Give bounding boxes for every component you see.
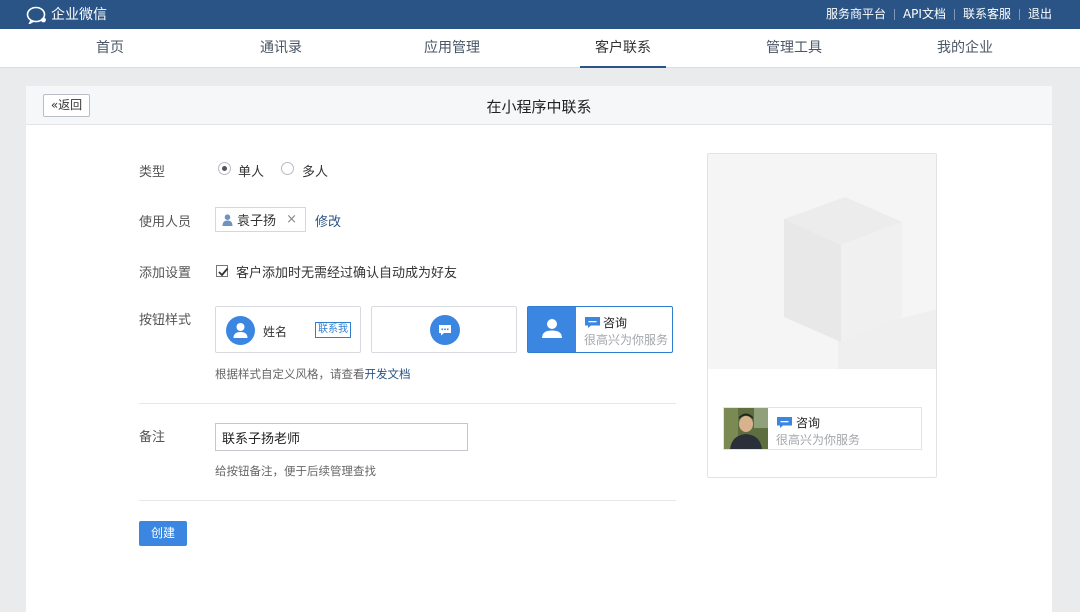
service-provider-link[interactable]: 服务商平台 <box>826 7 886 21</box>
nav-item-apps[interactable]: 应用管理 <box>409 29 495 68</box>
edit-users-link[interactable]: 修改 <box>315 211 341 230</box>
avatar-placeholder <box>528 307 576 352</box>
main-panel: «返回 在小程序中联系 类型 单人 多人 使用人员 袁子扬 × 修改 添加设置 … <box>26 86 1052 612</box>
page-title: 在小程序中联系 <box>486 98 592 116</box>
auto-friend-checkbox[interactable] <box>216 265 229 277</box>
style-option-3[interactable]: 咨询 很高兴为你服务 <box>527 306 673 353</box>
customer-service-link[interactable]: 联系客服 <box>963 7 1011 21</box>
chat-icon <box>585 317 600 328</box>
user-icon <box>542 319 562 338</box>
preview-title: 咨询 <box>796 416 821 430</box>
divider <box>893 8 895 20</box>
top-links: 服务商平台 API文档 联系客服 退出 <box>826 7 1052 21</box>
user-icon <box>222 213 233 226</box>
api-docs-link[interactable]: API文档 <box>903 7 946 21</box>
avatar-placeholder <box>226 316 255 345</box>
type-label: 类型 <box>139 165 166 180</box>
radio-multi-label: 多人 <box>302 165 329 180</box>
avatar <box>724 408 768 449</box>
cube-placeholder-icon <box>784 197 936 369</box>
preview-contact-card: 咨询 很高兴为你服务 <box>723 407 922 450</box>
divider <box>1018 8 1020 20</box>
divider <box>139 403 676 404</box>
style-option-1[interactable]: 姓名 联系我 <box>215 306 361 353</box>
style1-name: 姓名 <box>263 325 288 339</box>
chat-circle <box>430 315 460 345</box>
nav-item-home[interactable]: 首页 <box>81 29 139 68</box>
main-nav: 首页 通讯录 应用管理 客户联系 管理工具 我的企业 <box>0 29 1080 68</box>
panel-header: «返回 在小程序中联系 <box>26 86 1052 125</box>
nav-item-tools[interactable]: 管理工具 <box>751 29 837 68</box>
auto-friend-label: 客户添加时无需经过确认自动成为好友 <box>236 266 458 281</box>
nav-item-customer-contact[interactable]: 客户联系 <box>580 29 666 68</box>
preview-image <box>708 154 936 369</box>
create-button[interactable]: 创建 <box>139 521 187 546</box>
user-icon <box>233 323 248 338</box>
note-hint: 给按钮备注，便于后续管理查找 <box>215 464 376 478</box>
top-bar: 企业微信 服务商平台 API文档 联系客服 退出 <box>0 0 1080 29</box>
dev-docs-link[interactable]: 开发文档 <box>365 367 411 381</box>
divider <box>139 500 676 501</box>
nav-item-my-enterprise[interactable]: 我的企业 <box>922 29 1008 68</box>
note-input[interactable] <box>215 423 468 451</box>
style-option-2[interactable] <box>371 306 517 353</box>
add-settings-label: 添加设置 <box>139 266 192 281</box>
wecom-logo-icon <box>26 6 46 24</box>
style1-contact-button: 联系我 <box>315 322 351 338</box>
avatar-photo <box>724 408 768 449</box>
radio-multi[interactable] <box>281 162 294 175</box>
remove-user-icon[interactable]: × <box>286 212 297 227</box>
button-style-label: 按钮样式 <box>139 313 192 328</box>
radio-single[interactable] <box>218 162 231 175</box>
brand[interactable]: 企业微信 <box>26 5 107 25</box>
button-style-hint-text: 根据样式自定义风格，请查看 <box>215 367 365 381</box>
preview-panel: 咨询 很高兴为你服务 <box>707 153 937 478</box>
chat-icon <box>777 417 792 428</box>
radio-single-label: 单人 <box>238 165 265 180</box>
nav-item-contacts[interactable]: 通讯录 <box>245 29 317 68</box>
logout-link[interactable]: 退出 <box>1028 7 1052 21</box>
users-label: 使用人员 <box>139 215 192 230</box>
check-icon <box>218 267 229 277</box>
note-label: 备注 <box>139 430 166 445</box>
app-title: 企业微信 <box>51 7 107 23</box>
chat-icon <box>439 325 451 336</box>
style3-subtitle: 很高兴为你服务 <box>584 333 669 347</box>
preview-subtitle: 很高兴为你服务 <box>776 433 861 447</box>
divider <box>953 8 955 20</box>
user-name: 袁子扬 <box>237 214 277 229</box>
user-tag: 袁子扬 × <box>215 207 306 232</box>
style3-title: 咨询 <box>603 316 628 330</box>
button-style-hint: 根据样式自定义风格，请查看开发文档 <box>215 366 411 382</box>
